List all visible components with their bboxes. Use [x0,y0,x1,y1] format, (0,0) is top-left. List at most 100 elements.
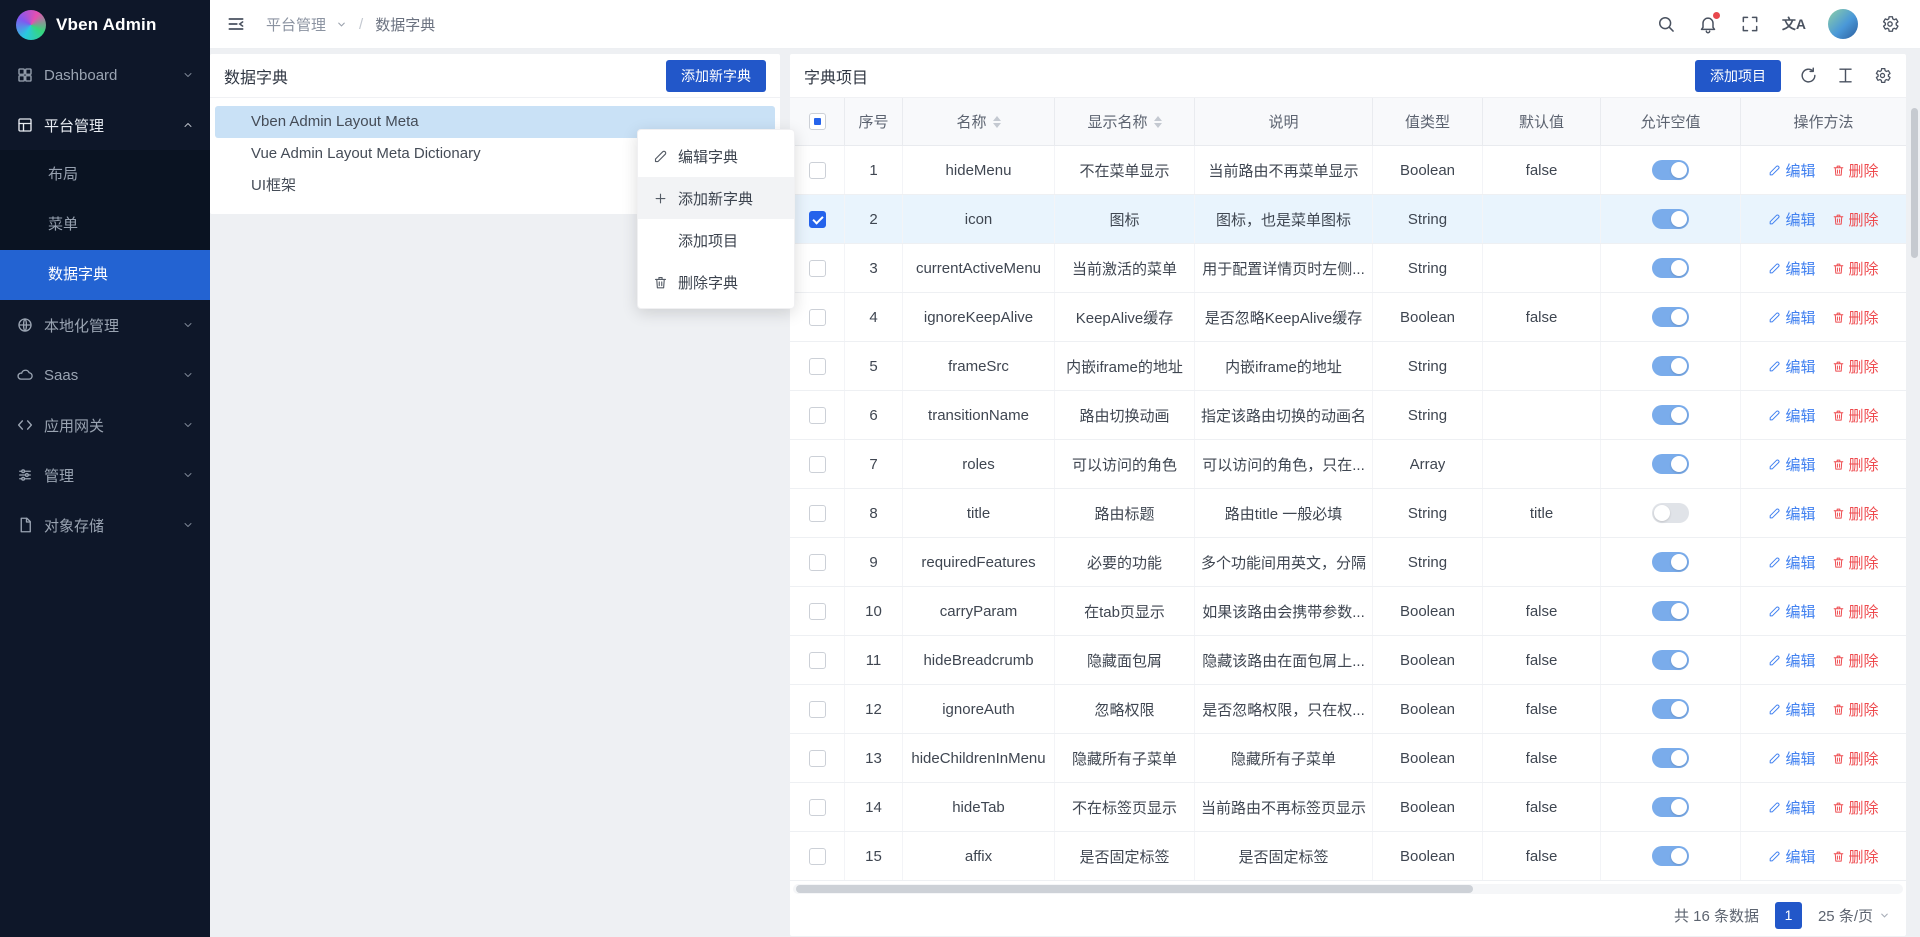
allow-empty-toggle[interactable] [1652,454,1689,474]
add-dictionary-button[interactable]: 添加新字典 [666,60,766,92]
delete-row-button[interactable]: 删除 [1832,258,1879,279]
search-icon[interactable] [1656,14,1676,34]
allow-empty-toggle[interactable] [1652,650,1689,670]
sidebar-item-localization[interactable]: 本地化管理 [0,300,210,350]
edit-row-button[interactable]: 编辑 [1768,601,1815,622]
allow-empty-toggle[interactable] [1652,797,1689,817]
row-checkbox[interactable] [809,701,826,718]
edit-row-button[interactable]: 编辑 [1768,503,1815,524]
edit-row-button[interactable]: 编辑 [1768,454,1815,475]
sort-icon[interactable] [993,116,1001,128]
edit-row-button[interactable]: 编辑 [1768,748,1815,769]
edit-row-button[interactable]: 编辑 [1768,405,1815,426]
sidebar-item-saas[interactable]: Saas [0,350,210,400]
delete-row-button[interactable]: 删除 [1832,846,1879,867]
row-checkbox[interactable] [809,309,826,326]
delete-row-button[interactable]: 删除 [1832,405,1879,426]
cell-display-name: 隐藏面包屑 [1087,650,1162,671]
context-menu-item-add-item[interactable]: 添加项目 [638,219,794,261]
sidebar-item-object-storage[interactable]: 对象存储 [0,500,210,550]
delete-row-button[interactable]: 删除 [1832,454,1879,475]
row-checkbox[interactable] [809,505,826,522]
add-item-button[interactable]: 添加项目 [1695,60,1781,92]
delete-row-button[interactable]: 删除 [1832,356,1879,377]
fullscreen-icon[interactable] [1740,14,1760,34]
delete-row-button[interactable]: 删除 [1832,160,1879,181]
allow-empty-toggle[interactable] [1652,160,1689,180]
avatar[interactable] [1828,9,1858,39]
allow-empty-toggle[interactable] [1652,748,1689,768]
allow-empty-toggle[interactable] [1652,699,1689,719]
allow-empty-toggle[interactable] [1652,356,1689,376]
menu-collapse-icon[interactable] [226,14,246,34]
row-checkbox[interactable] [809,456,826,473]
row-checkbox[interactable] [809,211,826,228]
row-checkbox[interactable] [809,554,826,571]
header-cell[interactable]: 名称 [903,98,1055,145]
edit-row-button[interactable]: 编辑 [1768,160,1815,181]
allow-empty-toggle[interactable] [1652,601,1689,621]
delete-row-button[interactable]: 删除 [1832,748,1879,769]
edit-row-button[interactable]: 编辑 [1768,552,1815,573]
sidebar-item-dashboard[interactable]: Dashboard [0,50,210,100]
context-menu-item-edit-dictionary[interactable]: 编辑字典 [638,135,794,177]
row-checkbox[interactable] [809,358,826,375]
pagination-total: 共 16 条数据 [1674,905,1759,926]
horizontal-scrollbar[interactable] [793,884,1903,894]
sidebar-subitem-menu[interactable]: 菜单 [0,200,210,250]
breadcrumb-root[interactable]: 平台管理 [266,14,326,35]
delete-row-button[interactable]: 删除 [1832,209,1879,230]
allow-empty-toggle[interactable] [1652,258,1689,278]
edit-row-button[interactable]: 编辑 [1768,258,1815,279]
context-menu-item-delete-dictionary[interactable]: 删除字典 [638,261,794,303]
sidebar-subitem-layout[interactable]: 布局 [0,150,210,200]
bell-icon[interactable] [1698,14,1718,34]
horizontal-scrollbar-thumb[interactable] [796,885,1473,893]
sidebar-subitem-data-dictionary[interactable]: 数据字典 [0,250,210,300]
allow-empty-toggle[interactable] [1652,209,1689,229]
delete-row-button[interactable]: 删除 [1832,503,1879,524]
row-checkbox[interactable] [809,799,826,816]
sidebar-item-admin[interactable]: 管理 [0,450,210,500]
sort-icon[interactable] [1154,116,1162,128]
row-checkbox[interactable] [809,652,826,669]
allow-empty-toggle[interactable] [1652,503,1689,523]
edit-row-button[interactable]: 编辑 [1768,356,1815,377]
edit-row-button[interactable]: 编辑 [1768,846,1815,867]
page-size-select[interactable]: 25 条/页 [1818,905,1890,926]
allow-empty-toggle[interactable] [1652,405,1689,425]
delete-row-button[interactable]: 删除 [1832,699,1879,720]
row-checkbox[interactable] [809,750,826,767]
edit-row-button[interactable]: 编辑 [1768,307,1815,328]
delete-row-button[interactable]: 删除 [1832,307,1879,328]
context-menu-item-add-new-dictionary[interactable]: 添加新字典 [638,177,794,219]
sidebar-item-gateway[interactable]: 应用网关 [0,400,210,450]
column-height-icon[interactable] [1836,66,1855,85]
delete-row-button[interactable]: 删除 [1832,552,1879,573]
settings-icon[interactable] [1880,14,1900,34]
row-checkbox[interactable] [809,848,826,865]
edit-row-button[interactable]: 编辑 [1768,797,1815,818]
edit-row-button[interactable]: 编辑 [1768,650,1815,671]
row-checkbox[interactable] [809,162,826,179]
allow-empty-toggle[interactable] [1652,846,1689,866]
edit-row-button[interactable]: 编辑 [1768,209,1815,230]
allow-empty-toggle[interactable] [1652,307,1689,327]
header-cell[interactable]: 显示名称 [1055,98,1195,145]
sidebar-item-platform[interactable]: 平台管理 [0,100,210,150]
allow-empty-toggle[interactable] [1652,552,1689,572]
delete-row-button[interactable]: 删除 [1832,650,1879,671]
translate-icon[interactable]: 文A [1782,14,1806,34]
logo[interactable]: Vben Admin [0,0,210,50]
vertical-scrollbar-thumb[interactable] [1911,108,1918,258]
pagination-page-button[interactable]: 1 [1775,902,1802,929]
row-checkbox[interactable] [809,260,826,277]
row-checkbox[interactable] [809,407,826,424]
table-settings-icon[interactable] [1873,66,1892,85]
edit-row-button[interactable]: 编辑 [1768,699,1815,720]
row-checkbox[interactable] [809,603,826,620]
delete-row-button[interactable]: 删除 [1832,797,1879,818]
refresh-icon[interactable] [1799,66,1818,85]
select-all-checkbox[interactable] [809,113,826,130]
delete-row-button[interactable]: 删除 [1832,601,1879,622]
